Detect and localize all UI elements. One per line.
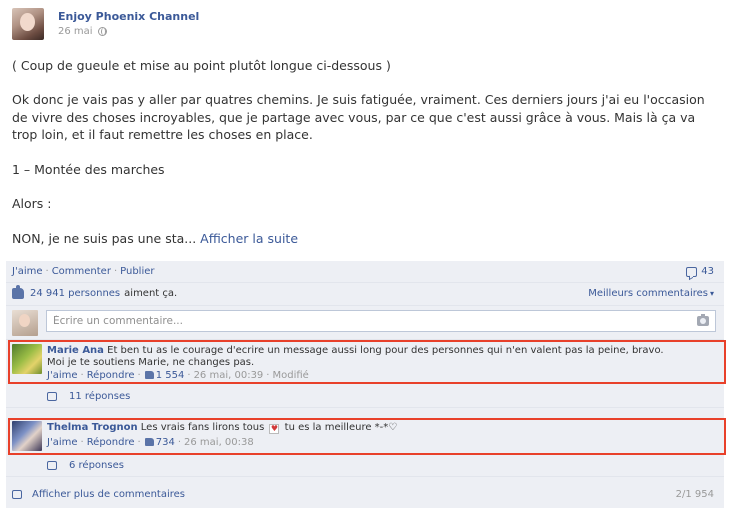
comment-input[interactable]	[46, 310, 716, 332]
post-paragraph-last: NON, je ne suis pas une sta... Afficher …	[12, 230, 298, 248]
like-link[interactable]: J'aime	[12, 266, 43, 277]
comments-count[interactable]: 43	[686, 266, 714, 277]
share-link[interactable]: Publier	[120, 266, 154, 277]
post-header: Enjoy Phoenix Channel 26 mai	[12, 8, 199, 42]
post-date[interactable]: 26 mai	[58, 26, 93, 37]
page-avatar[interactable]	[12, 8, 44, 40]
sort-comments-dropdown[interactable]: Meilleurs commentaires ▾	[588, 288, 714, 299]
globe-icon	[97, 27, 107, 36]
see-more-link[interactable]: Afficher la suite	[200, 231, 298, 246]
post-paragraph: Alors :	[12, 196, 52, 211]
comments-pager: 2/1 954	[675, 489, 714, 500]
post-header-text: Enjoy Phoenix Channel 26 mai	[58, 8, 199, 42]
more-comments-link[interactable]: Afficher plus de commentaires	[12, 489, 185, 500]
highlight-box	[8, 340, 726, 384]
comment-bubble-icon	[686, 266, 698, 277]
feedback-area: J'aime · Commenter · Publier 43 24 941 perso…	[6, 261, 726, 508]
reply-icon	[47, 392, 57, 401]
likes-summary-row: 24 941 personnes aiment ça. Meilleurs co…	[6, 283, 724, 306]
replies-count: 6 réponses	[69, 460, 124, 471]
replies-row: 6 réponses	[6, 454, 724, 477]
likes-count-link[interactable]: 24 941 personnes	[30, 288, 120, 299]
likes-text: aiment ça.	[124, 288, 178, 299]
post-paragraph: 1 – Montée des marches	[12, 162, 165, 177]
thumbs-up-icon	[12, 285, 24, 299]
chevron-down-icon: ▾	[709, 289, 714, 298]
comments-count-value: 43	[701, 266, 714, 277]
separator: ·	[45, 266, 49, 277]
separator: ·	[113, 266, 118, 277]
replies-row: 11 réponses	[6, 385, 724, 408]
comment-link[interactable]: Commenter	[52, 266, 111, 277]
post-meta: 26 mai	[58, 26, 199, 37]
page-name-link[interactable]: Enjoy Phoenix Channel	[58, 10, 199, 24]
post-actions: J'aime · Commenter · Publier	[12, 266, 155, 277]
sort-label: Meilleurs commentaires	[588, 288, 708, 299]
likes-summary: 24 941 personnes aiment ça.	[12, 285, 178, 299]
more-comments-label: Afficher plus de commentaires	[32, 489, 185, 500]
replies-count: 11 réponses	[69, 391, 131, 402]
reply-icon	[47, 461, 57, 470]
post-paragraph: Ok donc je vais pas y aller par quatres …	[12, 92, 705, 142]
camera-icon[interactable]	[697, 314, 709, 326]
comment-composer	[6, 306, 724, 340]
post-paragraph: ( Coup de gueule et mise au point plutôt…	[12, 58, 391, 73]
view-replies-link[interactable]: 6 réponses	[47, 460, 124, 471]
comment-bubble-icon	[12, 490, 22, 499]
view-replies-link[interactable]: 11 réponses	[47, 391, 130, 402]
highlight-box	[8, 418, 726, 455]
current-user-avatar	[12, 310, 38, 336]
post-truncated-text: NON, je ne suis pas une sta...	[12, 231, 197, 246]
more-comments-row: Afficher plus de commentaires 2/1 954	[6, 486, 724, 506]
post-actions-bar: J'aime · Commenter · Publier 43	[6, 261, 724, 283]
